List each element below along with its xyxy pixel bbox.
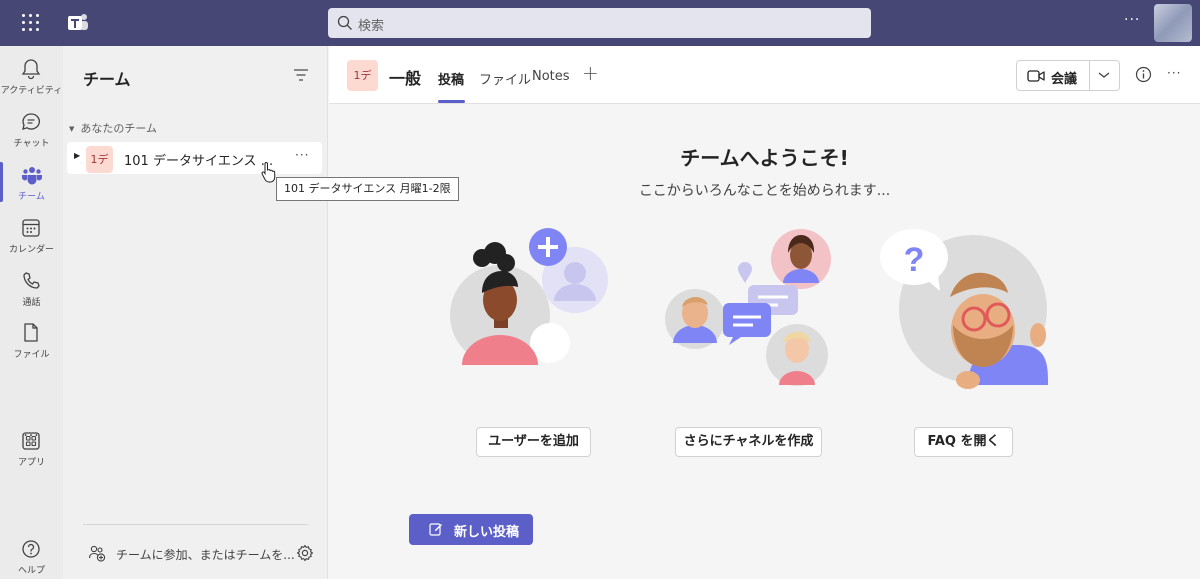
rail-item-help[interactable]: ヘルプ xyxy=(0,530,63,579)
meet-button[interactable]: 会議 xyxy=(1016,60,1120,91)
file-icon xyxy=(24,323,38,342)
rail-label: ヘルプ xyxy=(17,566,45,576)
mouse-cursor-icon xyxy=(261,161,276,183)
team-name-text: 101 データサイエンス ... xyxy=(124,154,274,169)
tab-files[interactable]: ファイル xyxy=(479,69,531,88)
faq-illustration: ? xyxy=(880,229,1048,389)
help-icon xyxy=(22,540,40,558)
search-placeholder: 検索 xyxy=(358,19,385,34)
rail-label: アクティビティ xyxy=(0,86,63,96)
rail-item-calendar[interactable]: カレンダー xyxy=(0,209,63,261)
rail-label: カレンダー xyxy=(8,245,54,255)
rail-item-files[interactable]: ファイル xyxy=(0,314,63,366)
rail-item-teams[interactable]: チーム xyxy=(0,156,63,208)
channel-title: 一般 xyxy=(389,69,422,88)
question-mark-icon: ? xyxy=(904,241,925,279)
team-avatar: 1デ xyxy=(86,146,113,173)
expand-caret-icon[interactable]: ▶ xyxy=(74,151,80,160)
rail-item-chat[interactable]: チャット xyxy=(0,103,63,155)
teams-logo-icon xyxy=(68,14,88,30)
search-input[interactable]: 検索 xyxy=(328,8,871,38)
divider xyxy=(1089,61,1090,90)
channel-more-options-icon[interactable]: ··· xyxy=(1167,66,1181,80)
section-your-teams[interactable]: ▼ あなたのチーム xyxy=(69,120,157,136)
tab-posts[interactable]: 投稿 xyxy=(438,69,464,88)
channel-header: 1デ 一般 投稿 ファイル Notes + 会議 ··· xyxy=(329,46,1200,104)
add-people-illustration xyxy=(450,228,608,365)
welcome-title: チームへようこそ! xyxy=(680,146,849,170)
rail-label: 通話 xyxy=(22,298,41,308)
team-more-options-icon[interactable]: ··· xyxy=(295,148,309,162)
join-team-icon[interactable] xyxy=(88,544,106,562)
teams-icon xyxy=(22,167,42,185)
app-launcher-icon[interactable] xyxy=(20,12,42,34)
tab-notes[interactable]: Notes xyxy=(532,69,570,84)
app-rail: アクティビティ チャット チーム カレンダー 通話 ファイル ··· アプリ ヘ… xyxy=(0,46,63,579)
video-camera-icon xyxy=(1027,70,1045,82)
chat-icon xyxy=(22,113,40,130)
active-tab-indicator xyxy=(438,100,465,103)
rail-label: チャット xyxy=(13,139,50,149)
rail-item-apps[interactable]: アプリ xyxy=(0,422,63,474)
gear-icon[interactable] xyxy=(296,544,314,562)
section-label: あなたのチーム xyxy=(80,122,158,135)
rail-label: チーム xyxy=(18,192,45,202)
more-channels-illustration xyxy=(665,229,831,386)
channel-team-avatar: 1デ xyxy=(347,60,378,91)
team-row[interactable]: ▶ 1デ 101 データサイエンス ... ··· xyxy=(67,142,322,174)
collapse-icon: ▼ xyxy=(69,125,75,133)
apps-icon xyxy=(22,432,40,450)
create-channel-button[interactable]: さらにチャネルを作成 xyxy=(675,427,822,457)
user-avatar[interactable] xyxy=(1154,4,1192,42)
rail-item-calls[interactable]: 通話 xyxy=(0,262,63,314)
rail-item-activity[interactable]: アクティビティ xyxy=(0,50,63,102)
meet-label: 会議 xyxy=(1051,72,1078,87)
calendar-icon xyxy=(22,219,40,237)
panel-title: チーム xyxy=(83,70,131,89)
new-post-label: 新しい投稿 xyxy=(454,525,520,540)
chevron-down-icon[interactable] xyxy=(1097,70,1111,80)
add-tab-icon[interactable]: + xyxy=(582,61,599,85)
open-faq-button[interactable]: FAQ を開く xyxy=(914,427,1013,457)
rail-label: アプリ xyxy=(17,458,45,468)
rail-label: ファイル xyxy=(13,350,50,360)
search-icon xyxy=(337,15,352,30)
add-user-button[interactable]: ユーザーを追加 xyxy=(476,427,591,457)
info-icon[interactable] xyxy=(1135,66,1152,83)
phone-icon xyxy=(23,272,40,289)
compose-icon xyxy=(429,523,442,536)
welcome-subtitle: ここからいろんなことを始められます... xyxy=(638,183,891,199)
bell-icon xyxy=(21,59,41,80)
settings-more-icon[interactable]: ··· xyxy=(1124,12,1140,28)
team-name: 101 データサイエンス ... xyxy=(124,150,280,169)
teams-panel: チーム ▼ あなたのチーム ▶ 1デ 101 データサイエンス ... ··· チ… xyxy=(63,46,328,579)
top-bar: 検索 ··· xyxy=(0,0,1200,46)
join-or-create-team-link[interactable]: チームに参加、またはチームを... xyxy=(116,546,295,563)
divider xyxy=(83,524,308,525)
filter-icon[interactable] xyxy=(293,68,309,82)
new-post-button[interactable]: 新しい投稿 xyxy=(409,514,533,545)
